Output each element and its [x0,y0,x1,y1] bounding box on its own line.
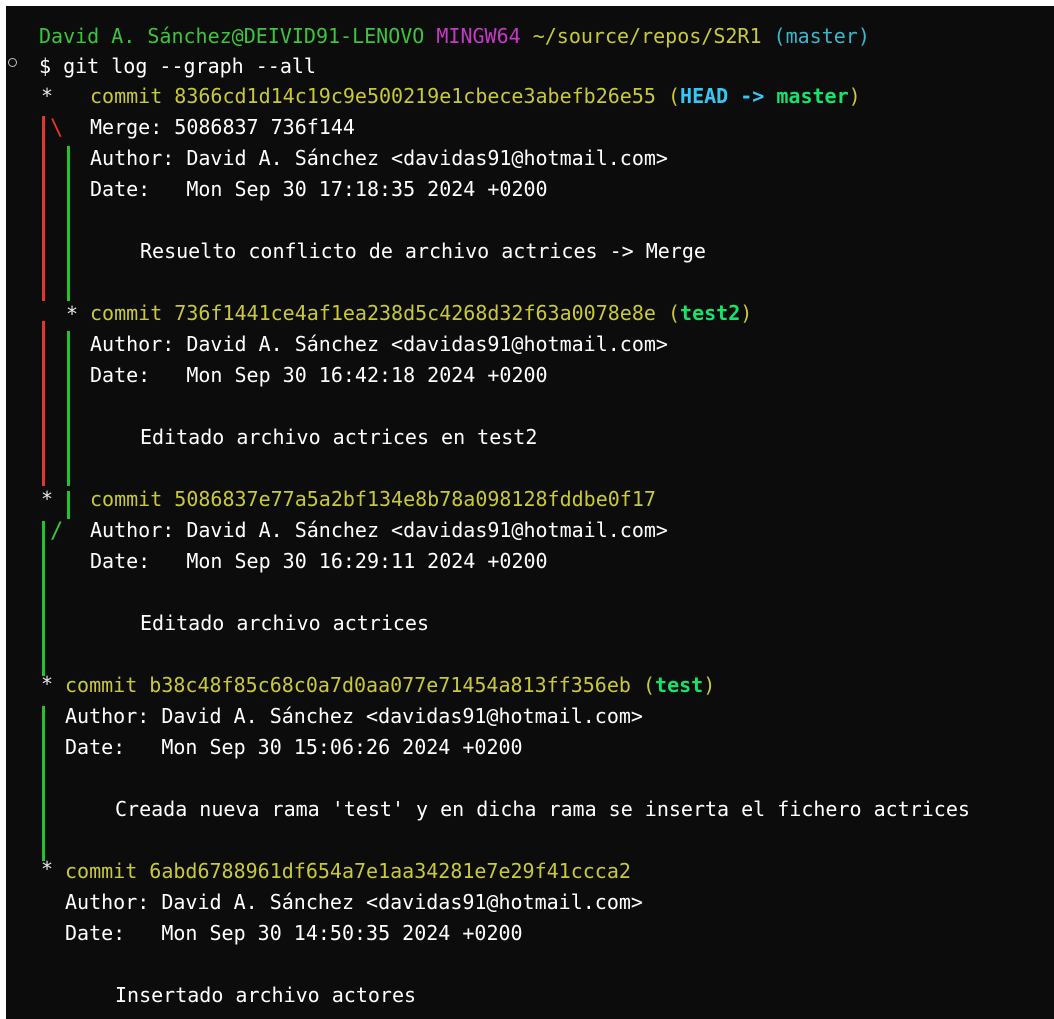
date-line: Date: Mon Sep 30 16:29:11 2024 +0200 [90,549,548,573]
graph-node-star: * [41,487,54,511]
prompt-path: ~/source/repos/S2R1 [532,24,762,48]
prompt-user-host: David A. Sánchez@DEIVID91-LENOVO [39,24,425,48]
graph-node-star: * [66,302,79,326]
graph-lane-green [42,706,45,861]
commit-message: Resuelto conflicto de archivo actrices -… [140,239,706,263]
branch-ref: test [655,673,704,697]
author-line: Author: David A. Sánchez <davidas91@hotm… [90,146,668,170]
branch-ref: master [776,84,849,108]
date-line: Date: Mon Sep 30 15:06:26 2024 +0200 [65,735,523,759]
head-ref: HEAD -> [680,84,777,108]
commit-message: Insertado archivo actores [115,983,417,1007]
command-line[interactable]: $ git log --graph --all [39,51,316,82]
date-line: Date: Mon Sep 30 17:18:35 2024 +0200 [90,177,548,201]
commit-line[interactable]: commit 736f1441ce4af1ea238d5c4268d32f63a… [90,298,752,329]
commit-line[interactable]: commit 6abd6788961df654a7e1aa34281e7e29f… [65,856,631,887]
commit-hash: commit 736f1441ce4af1ea238d5c4268d32f63a… [90,301,656,325]
branch-ref: test2 [680,301,741,325]
prompt-system: MINGW64 [436,24,521,48]
author-line: Author: David A. Sánchez <davidas91@hotm… [90,518,668,542]
commit-line[interactable]: commit 5086837e77a5a2bf134e8b78a098128fd… [90,484,656,515]
commit-message: Editado archivo actrices [140,611,429,635]
graph-node-star: * [41,857,54,881]
prompt-line: David A. Sánchez@DEIVID91-LENOVO MINGW64… [39,21,870,52]
author-line: Author: David A. Sánchez <davidas91@hotm… [90,332,668,356]
commit-line[interactable]: commit 8366cd1d14c19c9e500219e1cbece3abe… [90,81,861,112]
command-text: git log --graph --all [63,54,316,78]
commit-hash: commit 8366cd1d14c19c9e500219e1cbece3abe… [90,84,656,108]
commit-hash: commit b38c48f85c68c0a7d0aa077e71454a813… [65,673,631,697]
graph-merge-in: / [50,519,64,544]
graph-lane-green [67,146,70,301]
author-line: Author: David A. Sánchez <davidas91@hotm… [65,890,643,914]
graph-merge-out: \ [50,116,64,141]
commit-hash: commit 5086837e77a5a2bf134e8b78a098128fd… [90,487,656,511]
commit-hash: commit 6abd6788961df654a7e1aa34281e7e29f… [65,859,631,883]
author-line: Author: David A. Sánchez <davidas91@hotm… [65,704,643,728]
commit-message: Creada nueva rama 'test' y en dicha rama… [115,797,970,821]
graph-lane-red [42,116,45,301]
graph-lane-green [67,491,70,519]
graph-node-star: * [41,84,54,108]
prompt-symbol: $ [39,54,52,78]
graph-node-star: * [41,672,54,696]
merge-line: Merge: 5086837 736f144 [90,115,355,139]
prompt-branch: (master) [773,24,870,48]
graph-lane-green [42,521,45,676]
date-line: Date: Mon Sep 30 16:42:18 2024 +0200 [90,363,548,387]
date-line: Date: Mon Sep 30 14:50:35 2024 +0200 [65,921,523,945]
graph-lane-red [42,321,45,486]
graph-lane-green [67,331,70,486]
commit-message: Editado archivo actrices en test2 [140,425,538,449]
terminal-window[interactable]: David A. Sánchez@DEIVID91-LENOVO MINGW64… [6,6,1054,1019]
commit-line[interactable]: commit b38c48f85c68c0a7d0aa077e71454a813… [65,670,715,701]
command-mark-icon [8,58,17,67]
